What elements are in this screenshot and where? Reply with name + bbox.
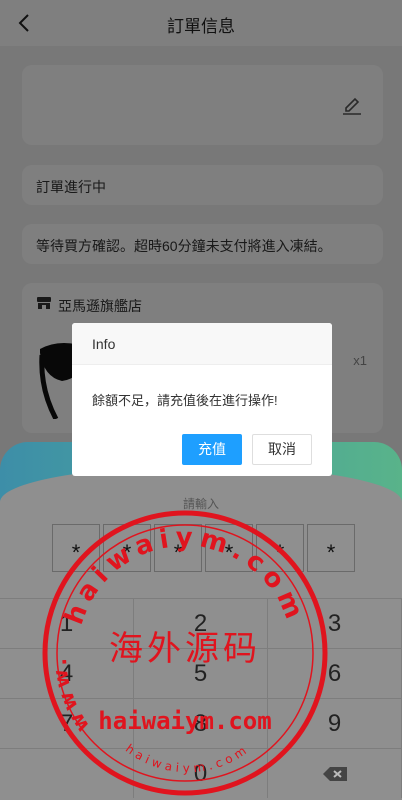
dialog-title: Info (92, 336, 116, 352)
info-dialog: Info 餘額不足，請充值後在進行操作! 充值 取消 (72, 323, 332, 476)
watermark-left-arc: www. (47, 654, 94, 737)
watermark-domain: haiwaiym.com (98, 707, 271, 735)
cancel-button[interactable]: 取消 (252, 434, 312, 465)
watermark-top-arc: haiwaiym.com (59, 523, 311, 629)
watermark-bottom-arc: haiwaiym.com (123, 741, 252, 775)
watermark-stamp: haiwaiym.com www. 海外源码 haiwaiym.com haiw… (42, 510, 328, 796)
dialog-header: Info (72, 323, 332, 365)
watermark-center-text: 海外源码 (109, 629, 261, 669)
dialog-message: 餘額不足，請充值後在進行操作! (92, 393, 278, 408)
recharge-button[interactable]: 充值 (182, 434, 242, 465)
